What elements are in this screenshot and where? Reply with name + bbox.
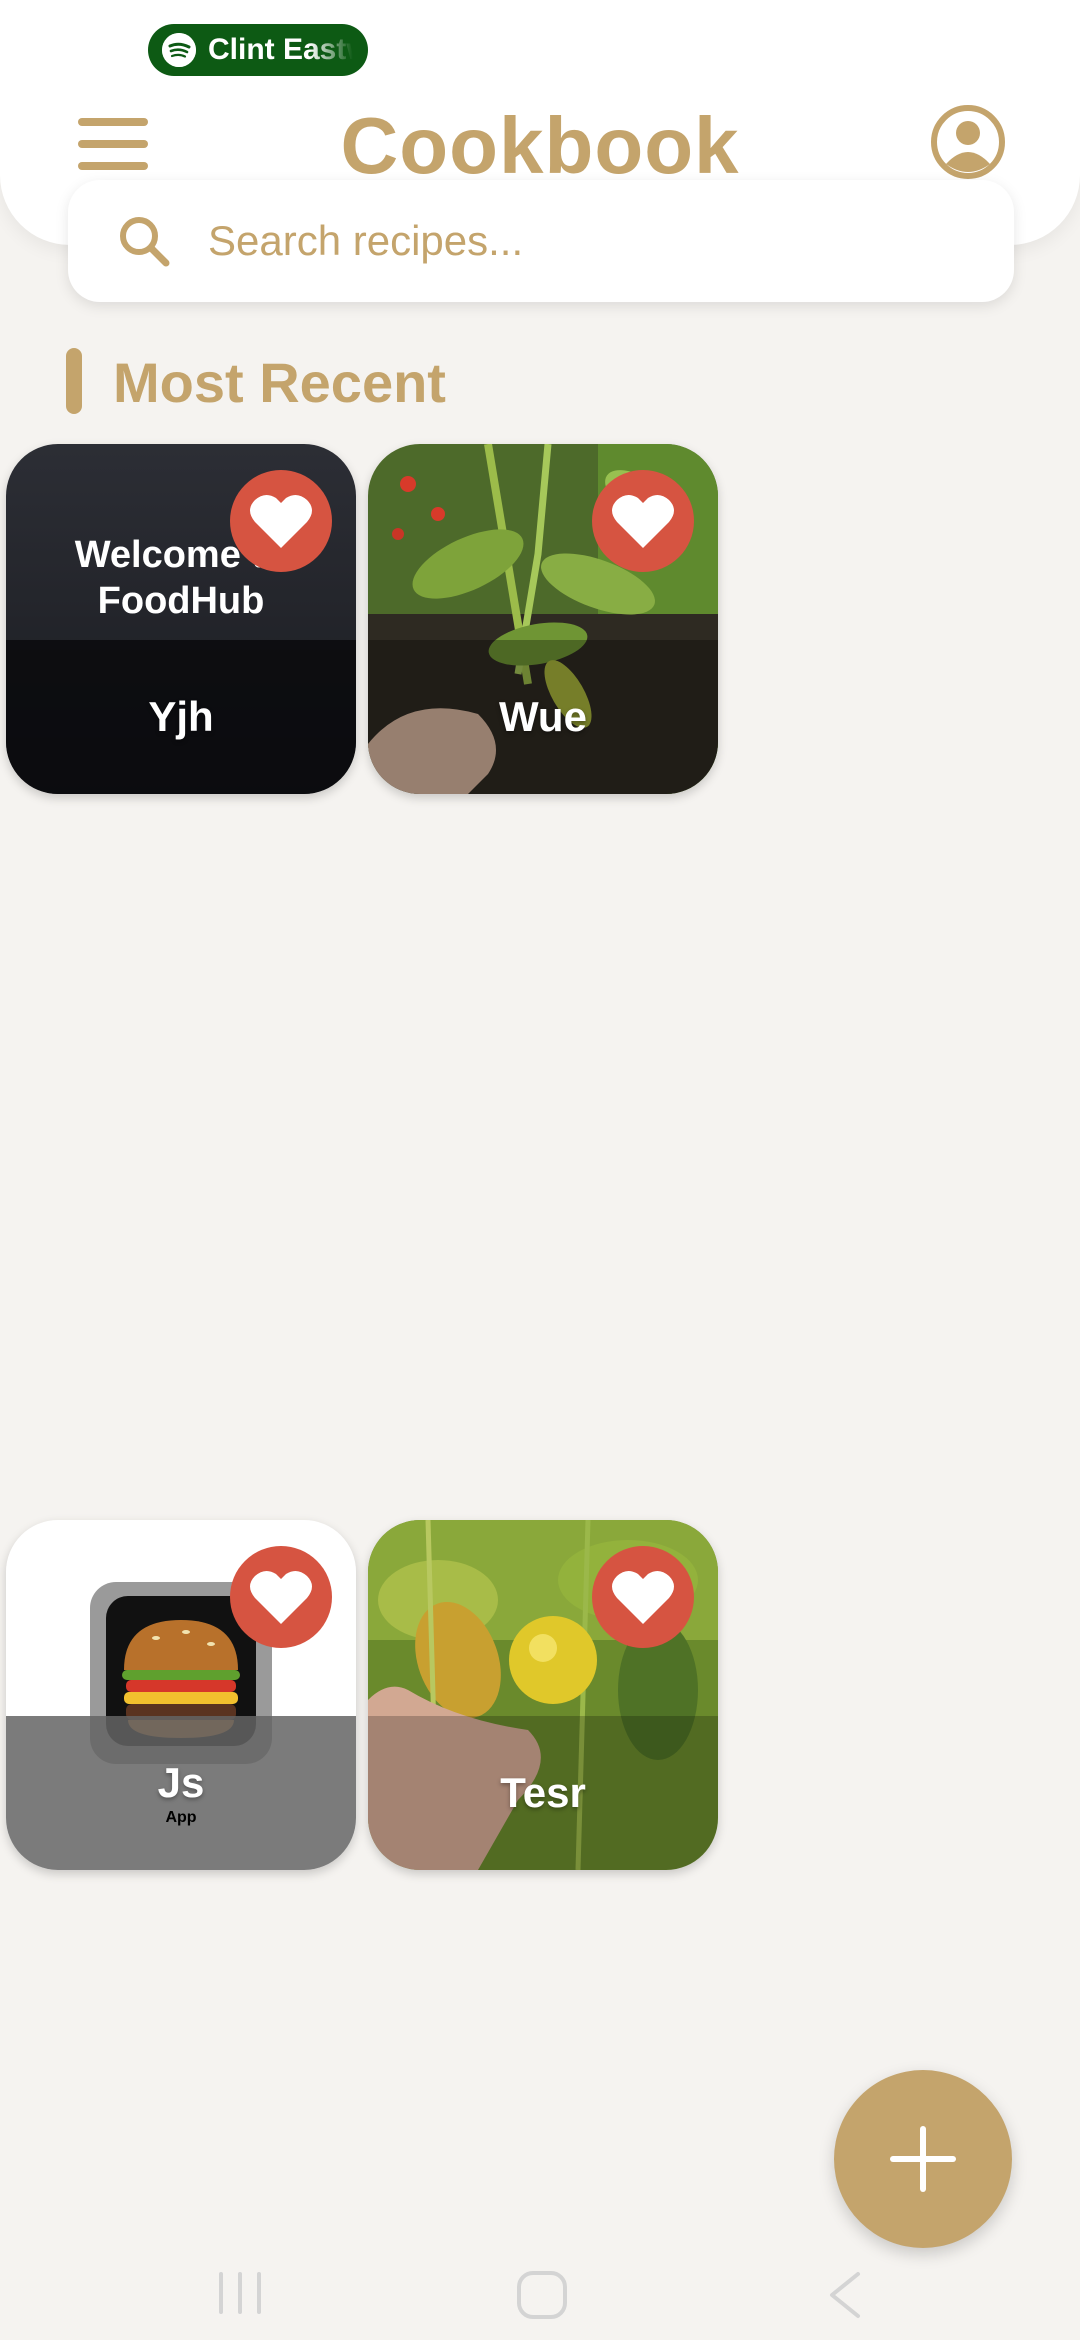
heart-icon — [612, 494, 674, 548]
recipe-label-overlay: Tesr — [368, 1716, 718, 1870]
recent-apps-icon[interactable] — [216, 2270, 264, 2321]
section-accent-bar — [66, 348, 82, 414]
recipe-label-overlay: Js App — [6, 1716, 356, 1870]
recipe-name: Yjh — [148, 693, 214, 740]
favorite-button[interactable] — [592, 1546, 694, 1648]
search-bar — [68, 180, 1014, 302]
recipe-subtitle: App — [165, 1809, 197, 1826]
hamburger-menu-icon[interactable] — [78, 118, 148, 170]
page-title: Cookbook — [340, 101, 740, 190]
search-icon — [116, 213, 172, 269]
heart-icon — [612, 1570, 674, 1624]
recipe-label-overlay: Wue — [368, 640, 718, 794]
recipe-name: Wue — [499, 693, 587, 740]
system-nav-bar — [0, 2240, 1080, 2340]
recipe-card[interactable]: Wue — [368, 444, 718, 794]
home-icon[interactable] — [516, 2270, 568, 2325]
plus-icon — [890, 2126, 956, 2192]
recipe-label-overlay: Yjh — [6, 640, 356, 794]
recipe-name: Tesr — [500, 1769, 586, 1816]
recipe-card[interactable]: Tesr — [368, 1520, 718, 1870]
back-icon[interactable] — [826, 2270, 862, 2325]
now-playing-text: Clint Eastwood — [208, 33, 353, 66]
heart-icon — [250, 494, 312, 548]
recipe-card[interactable]: Js App — [6, 1520, 356, 1870]
now-playing-pill[interactable]: Clint Eastwood — [148, 24, 368, 76]
add-recipe-button[interactable] — [834, 2070, 1012, 2248]
recipe-name: Js — [157, 1759, 205, 1806]
favorite-button[interactable] — [230, 1546, 332, 1648]
section-title: Most Recent — [113, 351, 446, 414]
search-input[interactable] — [208, 217, 968, 265]
spotify-icon — [162, 33, 196, 67]
recipe-card[interactable]: Welcome to FoodHub Yjh — [6, 444, 356, 794]
heart-icon — [250, 1570, 312, 1624]
cookbook-screen: Clint Eastwood Cookbook Most Recent — [0, 0, 1080, 2340]
favorite-button[interactable] — [230, 470, 332, 572]
account-circle-icon[interactable] — [930, 104, 1006, 180]
favorite-button[interactable] — [592, 470, 694, 572]
